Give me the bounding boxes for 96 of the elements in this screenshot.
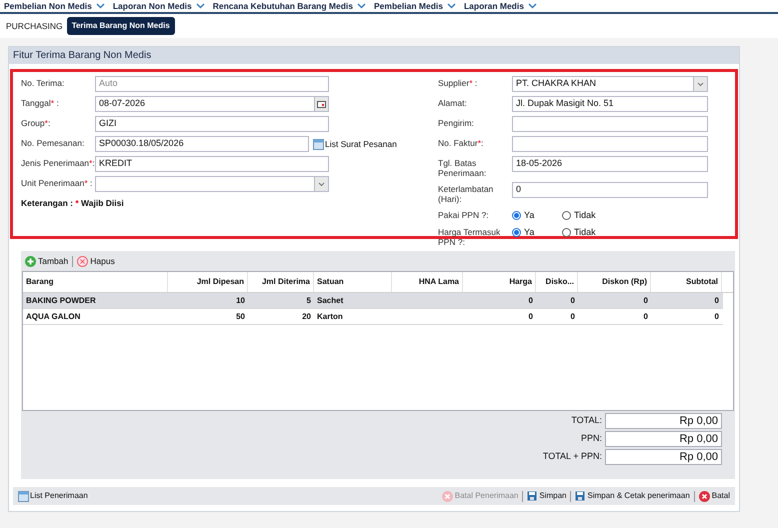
column-header[interactable]: Jml Dipesan — [168, 272, 248, 292]
field-label: Keterlambatan (Hari): — [438, 183, 494, 204]
total-field: Rp 0,00 — [605, 413, 722, 429]
chevron-down-icon — [446, 3, 456, 9]
table-cell: 0 — [644, 294, 648, 306]
total-label: TOTAL + PPN: — [542, 450, 602, 464]
total-label: TOTAL: — [571, 414, 602, 428]
calendar-icon — [313, 138, 324, 150]
field-label: Alamat: — [438, 97, 468, 108]
chevron-down-icon — [96, 3, 105, 9]
chevron-down-icon — [357, 3, 366, 9]
column-header[interactable]: Satuan — [314, 272, 392, 292]
total-field: Rp 0,00 — [605, 449, 722, 465]
input-field[interactable]: SP00030.18/05/2026 — [95, 136, 309, 152]
field-label: Harga Termasuk PPN ?: — [438, 226, 502, 246]
table-cell: AQUA GALON — [26, 310, 80, 322]
radio-button[interactable] — [562, 228, 571, 237]
table-cell: Karton — [317, 310, 343, 322]
menu-item[interactable]: Pembelian Medis — [374, 0, 456, 12]
cancel-icon — [698, 490, 710, 502]
field-label: Pengirim: — [438, 117, 475, 128]
list-button[interactable]: List Surat Pesanan — [313, 138, 397, 150]
column-header[interactable]: Barang — [23, 272, 168, 292]
breadcrumb-link[interactable]: PURCHASING — [6, 20, 63, 32]
column-header[interactable]: Jml Diterima — [248, 272, 314, 292]
calendar-icon — [18, 490, 29, 502]
cancel-button[interactable]: Batal — [698, 490, 730, 502]
dropdown-field[interactable] — [95, 176, 329, 192]
input-field[interactable] — [512, 136, 708, 152]
radio-option[interactable]: Ya — [512, 226, 562, 239]
table-cell: 0 — [644, 310, 648, 322]
radio-option[interactable]: Tidak — [562, 209, 612, 222]
table-cell: 0 — [714, 294, 719, 306]
field-label: No. Terima: — [21, 77, 66, 88]
table-cell: 0 — [570, 310, 575, 322]
total-label: PPN: — [580, 432, 602, 446]
table-cell: 0 — [714, 310, 719, 322]
input-field[interactable]: Auto — [95, 76, 329, 92]
radio-button[interactable] — [562, 211, 571, 220]
table-cell: 0 — [528, 294, 533, 306]
input-field[interactable]: Jl. Dupak Masigit No. 51 — [512, 96, 708, 112]
plus-icon — [25, 256, 36, 266]
field-label: Pakai PPN ?: — [438, 209, 490, 220]
table-cell: 5 — [306, 294, 311, 306]
radio-button[interactable] — [512, 228, 521, 237]
menu-item[interactable]: Pembelian Non Medis — [4, 0, 105, 12]
chevron-down-icon — [528, 3, 537, 9]
date-field[interactable]: 08-07-2026 — [95, 96, 329, 112]
input-field[interactable]: 0 — [512, 182, 708, 198]
table-cell: 20 — [302, 310, 311, 322]
add-button[interactable]: Tambah — [25, 254, 68, 268]
radio-option[interactable]: Tidak — [562, 226, 612, 239]
field-label: Unit Penerimaan* : — [21, 177, 94, 188]
column-header[interactable]: Subtotal — [651, 272, 722, 292]
radio-option[interactable]: Ya — [512, 209, 562, 222]
total-field: Rp 0,00 — [605, 431, 722, 447]
delete-button[interactable]: Hapus — [77, 254, 115, 268]
input-field[interactable]: KREDIT — [95, 156, 329, 172]
column-header[interactable]: HNA Lama — [392, 272, 463, 292]
panel-title: Fitur Terima Barang Non Medis — [9, 47, 739, 64]
list-button[interactable]: List Penerimaan — [18, 490, 88, 502]
menu-item[interactable]: Laporan Non Medis — [112, 0, 205, 12]
field-label: Group*: — [21, 117, 52, 128]
chevron-down-icon — [196, 3, 205, 9]
date-picker-icon[interactable] — [314, 97, 328, 111]
delete-icon — [77, 256, 88, 266]
menu-item[interactable]: Rencana Kebutuhan Barang Medis — [212, 0, 366, 12]
table-row[interactable]: BAKING POWDER 10 5 Sachet 0 0 0 0 — [23, 293, 723, 309]
field-label: Jenis Penerimaan*: — [21, 157, 95, 168]
radio-button[interactable] — [512, 211, 521, 220]
field-label: No. Faktur*: — [438, 137, 484, 148]
save-icon — [575, 491, 586, 501]
table-cell: 0 — [570, 294, 575, 306]
field-label: Supplier* : — [438, 77, 478, 88]
table-cell: 50 — [236, 310, 245, 322]
save-button[interactable]: Simpan & Cetak penerimaan — [575, 490, 690, 502]
field-label: No. Pemesanan: — [21, 137, 86, 148]
cancel-icon — [442, 490, 453, 502]
column-header[interactable]: Diskon (Rp) — [578, 272, 651, 292]
column-header[interactable]: Disko... — [536, 272, 578, 292]
input-field[interactable] — [512, 116, 708, 132]
field-label: Tanggal* : — [21, 97, 60, 108]
field-label: Tgl. Batas Penerimaan: — [438, 157, 488, 178]
column-header[interactable]: Harga — [463, 272, 536, 292]
table-cell: 0 — [528, 310, 533, 322]
input-field[interactable]: 18-05-2026 — [512, 156, 708, 172]
input-field[interactable]: GIZI — [95, 116, 329, 132]
menu-item[interactable]: Laporan Medis — [464, 0, 537, 12]
table-cell: BAKING POWDER — [26, 294, 96, 306]
save-button[interactable]: Simpan — [527, 490, 566, 502]
dropdown-field[interactable]: PT. CHAKRA KHAN — [512, 76, 708, 92]
table-cell: 10 — [236, 294, 245, 306]
breadcrumb-current[interactable]: Terima Barang Non Medis — [66, 17, 175, 35]
save-icon — [527, 491, 538, 501]
required-note: Keterangan : * Wajib Diisi — [21, 197, 125, 210]
table-cell: Sachet — [317, 294, 344, 306]
